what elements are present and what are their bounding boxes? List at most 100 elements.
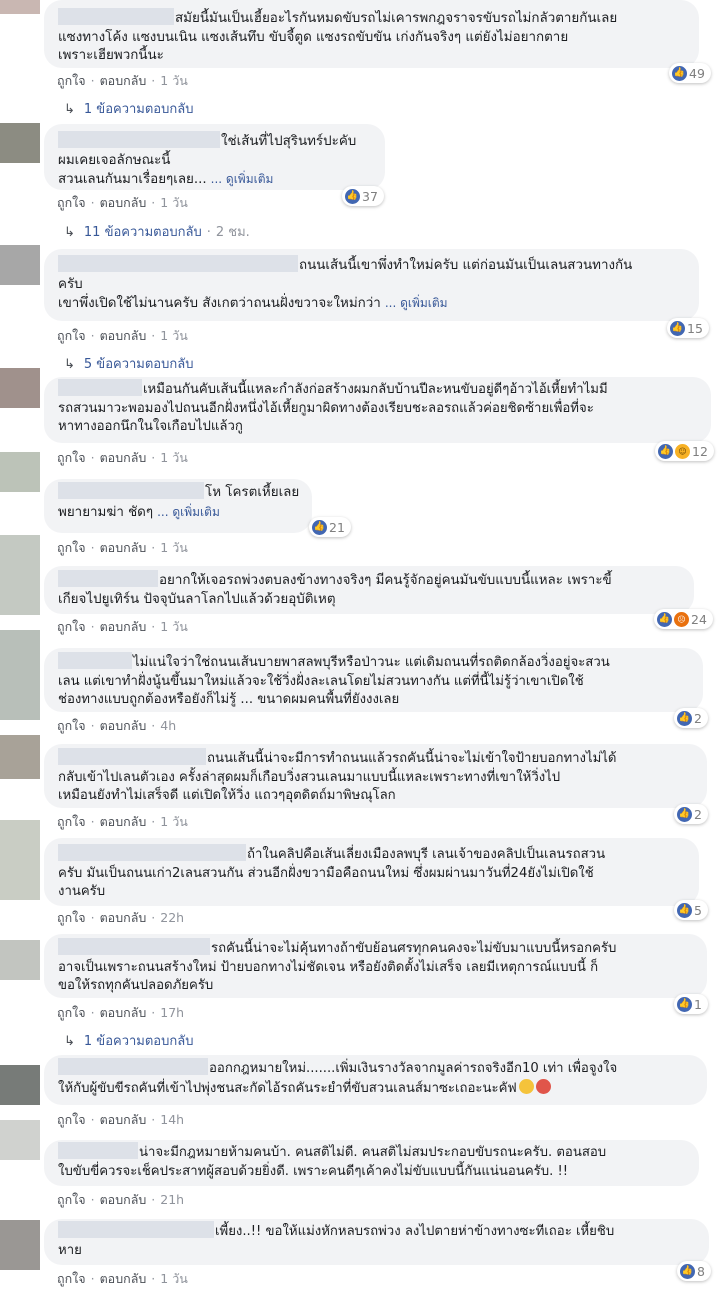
like-link[interactable]: ถูกใจ — [57, 1192, 86, 1207]
reaction-count[interactable]: 👍 ☺ 12 — [655, 441, 714, 461]
reply-link[interactable]: ตอบกลับ — [100, 1192, 147, 1207]
like-link[interactable]: ถูกใจ — [57, 540, 86, 555]
reply-link[interactable]: ตอบกลับ — [100, 1112, 147, 1127]
author-name[interactable] — [58, 570, 158, 587]
comment-text-line: ช่องทางแบบถูกต้องหรือยังก็ไม่รู้ ... ขนา… — [58, 692, 400, 707]
reply-link[interactable]: ตอบกลับ — [100, 328, 147, 343]
reply-arrow-icon: ↳ — [64, 357, 75, 372]
reply-link[interactable]: ตอบกลับ — [100, 450, 147, 465]
like-link[interactable]: ถูกใจ — [57, 1005, 86, 1020]
reaction-count[interactable]: 👍 21 — [309, 517, 351, 537]
reply-link[interactable]: ตอบกลับ — [100, 910, 147, 925]
timestamp[interactable]: 1 วัน — [160, 73, 188, 88]
author-name[interactable] — [58, 482, 204, 499]
reply-link[interactable]: ตอบกลับ — [100, 73, 147, 88]
timestamp[interactable]: 1 วัน — [160, 814, 188, 829]
avatar[interactable] — [0, 452, 40, 492]
avatar[interactable] — [0, 245, 40, 285]
comment-text-line: สมัยนี้มันเป็นเฮี้ยอะไรกันหมดขับรถไม่เคา… — [175, 11, 618, 26]
timestamp[interactable]: 14h — [160, 1112, 184, 1127]
comment-actions: ถูกใจ · ตอบกลับ · 1 วัน — [57, 619, 188, 634]
avatar[interactable] — [0, 1065, 40, 1105]
reaction-count[interactable]: 👍 37 — [342, 186, 384, 206]
view-replies-link[interactable]: ↳ 1 ข้อความตอบกลับ — [64, 1030, 193, 1051]
author-name[interactable] — [58, 1221, 214, 1238]
like-link[interactable]: ถูกใจ — [57, 910, 86, 925]
see-more-link[interactable]: ... ดูเพิ่มเติม — [385, 296, 448, 310]
view-replies-link[interactable]: ↳ 11 ข้อความตอบกลับ · 2 ชม. — [64, 221, 250, 242]
timestamp[interactable]: 1 วัน — [160, 619, 188, 634]
reaction-count[interactable]: 👍 1 — [674, 994, 708, 1014]
avatar[interactable] — [0, 630, 40, 720]
author-name[interactable] — [58, 8, 174, 25]
avatar[interactable] — [0, 123, 40, 163]
reply-link[interactable]: ตอบกลับ — [100, 619, 147, 634]
comment-bubble: ถนนเส้นนี้น่าจะมีการทำถนนแล้วรถคันนี้น่า… — [44, 744, 707, 808]
author-name[interactable] — [58, 652, 132, 669]
author-name[interactable] — [58, 1142, 138, 1159]
author-name[interactable] — [58, 131, 220, 148]
avatar[interactable] — [0, 535, 40, 615]
like-link[interactable]: ถูกใจ — [57, 619, 86, 634]
like-link[interactable]: ถูกใจ — [57, 718, 86, 733]
timestamp[interactable]: 17h — [160, 1005, 184, 1020]
see-more-link[interactable]: ... ดูเพิ่มเติม — [157, 505, 220, 519]
timestamp[interactable]: 1 วัน — [160, 450, 188, 465]
avatar[interactable] — [0, 820, 40, 900]
author-name[interactable] — [58, 379, 142, 396]
reaction-count[interactable]: 👍 ☹ 24 — [654, 609, 713, 629]
like-link[interactable]: ถูกใจ — [57, 1271, 86, 1286]
reaction-count[interactable]: 👍 5 — [674, 900, 708, 920]
comment-bubble: โห โครตเหี้ยเลย พยายามฆ่า ชัดๆ... ดูเพิ่… — [44, 479, 312, 533]
timestamp[interactable]: 1 วัน — [160, 195, 188, 210]
avatar[interactable] — [0, 368, 40, 408]
view-replies-link[interactable]: ↳ 1 ข้อความตอบกลับ — [64, 98, 193, 119]
author-name[interactable] — [58, 938, 210, 955]
timestamp[interactable]: 1 วัน — [160, 540, 188, 555]
view-replies-link[interactable]: ↳ 5 ข้อความตอบกลับ — [64, 353, 193, 374]
timestamp[interactable]: 22h — [160, 910, 184, 925]
comment-bubble: เหมือนกันคับเส้นนี้แหละกำลังก่อสร้างผมกล… — [44, 377, 711, 443]
reply-link[interactable]: ตอบกลับ — [100, 1271, 147, 1286]
see-more-link[interactable]: ... ดูเพิ่มเติม — [211, 172, 274, 186]
comment-actions: ถูกใจ · ตอบกลับ · 22h — [57, 910, 185, 925]
reply-arrow-icon: ↳ — [64, 1034, 75, 1049]
reply-link[interactable]: ตอบกลับ — [100, 195, 147, 210]
like-link[interactable]: ถูกใจ — [57, 450, 86, 465]
comment-bubble: ไม่แน่ใจว่าใช่ถนนเส้นบายพาสลพบุรีหรือป่า… — [44, 648, 703, 712]
reply-link[interactable]: ตอบกลับ — [100, 540, 147, 555]
reaction-count[interactable]: 👍 49 — [669, 63, 711, 83]
avatar[interactable] — [0, 940, 40, 980]
comment-actions: ถูกใจ · ตอบกลับ · 1 วัน — [57, 1271, 188, 1286]
reply-link[interactable]: ตอบกลับ — [100, 718, 147, 733]
timestamp[interactable]: 1 วัน — [160, 328, 188, 343]
like-link[interactable]: ถูกใจ — [57, 814, 86, 829]
comment-text-line: ครับ มันเป็นถนนเก่า2เลนสวนกัน ส่วนอีกฝั่… — [58, 865, 594, 881]
timestamp[interactable]: 4h — [160, 718, 176, 733]
author-name[interactable] — [58, 255, 298, 272]
like-link[interactable]: ถูกใจ — [57, 1112, 86, 1127]
author-name[interactable] — [58, 1058, 208, 1075]
avatar[interactable] — [0, 0, 40, 14]
avatar[interactable] — [0, 1220, 40, 1270]
author-name[interactable] — [58, 844, 246, 861]
reaction-count[interactable]: 👍 8 — [677, 1261, 711, 1281]
comment-text-line: รถคันนี้น่าจะไม่คุ้นทางถ้าขับย้อนศรทุกคน… — [211, 941, 617, 956]
reaction-count[interactable]: 👍 15 — [667, 318, 709, 338]
like-link[interactable]: ถูกใจ — [57, 195, 86, 210]
comment-text-line: ใช่เส้นที่ไปสุรินทร์ปะคับ — [221, 134, 357, 149]
avatar[interactable] — [0, 735, 40, 779]
reaction-count[interactable]: 👍 2 — [674, 804, 708, 824]
reply-link[interactable]: ตอบกลับ — [100, 814, 147, 829]
timestamp[interactable]: 1 วัน — [160, 1271, 188, 1286]
reply-link[interactable]: ตอบกลับ — [100, 1005, 147, 1020]
avatar[interactable] — [0, 1120, 40, 1160]
like-link[interactable]: ถูกใจ — [57, 328, 86, 343]
comment-text-line: หาย — [58, 1242, 82, 1258]
timestamp[interactable]: 21h — [160, 1192, 184, 1207]
author-name[interactable] — [58, 748, 206, 765]
comment-text-line: เหมือนกันคับเส้นนี้แหละกำลังก่อสร้างผมกล… — [143, 382, 608, 397]
comment-text-line: ถนนเส้นนี้น่าจะมีการทำถนนแล้วรถคันนี้น่า… — [207, 751, 617, 766]
like-link[interactable]: ถูกใจ — [57, 73, 86, 88]
reaction-count[interactable]: 👍 2 — [674, 708, 708, 728]
